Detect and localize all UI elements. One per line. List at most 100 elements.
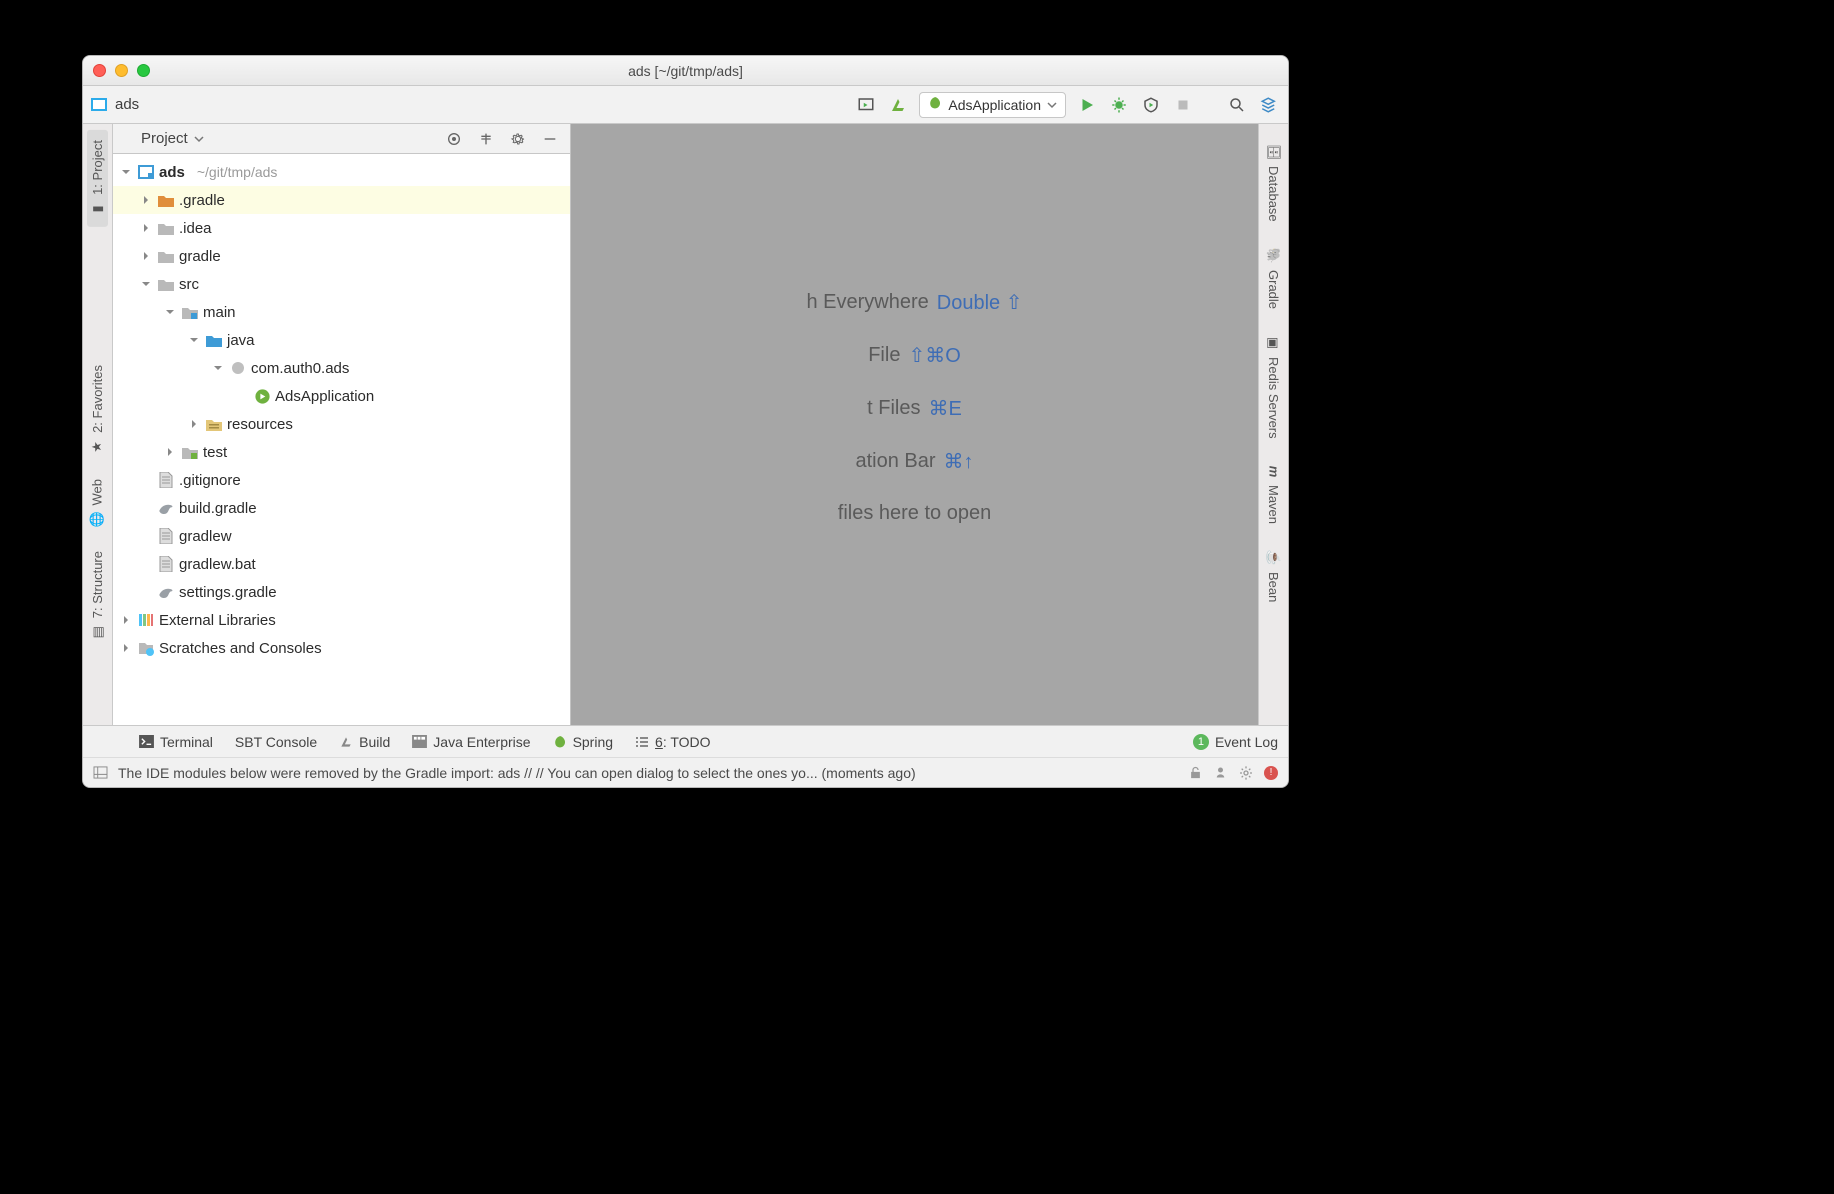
search-icon[interactable] <box>1226 94 1248 116</box>
spring-boot-app-icon <box>253 387 271 405</box>
build-icon[interactable] <box>887 94 909 116</box>
tab-todo[interactable]: 6: TODO <box>635 734 711 750</box>
run-with-coverage-button[interactable] <box>1140 94 1162 116</box>
structure-icon: ▤ <box>89 626 105 638</box>
tool-tab-maven[interactable]: m Maven <box>1266 454 1281 534</box>
project-icon <box>121 133 135 145</box>
project-tree[interactable]: ads ~/git/tmp/ads .gradle .idea <box>113 154 570 725</box>
tree-label: com.auth0.ads <box>251 360 349 377</box>
tree-root[interactable]: ads ~/git/tmp/ads <box>113 158 570 186</box>
tree-folder-java[interactable]: java <box>113 326 570 354</box>
unlock-icon[interactable] <box>1188 765 1203 780</box>
project-tool-header: Project <box>113 124 570 154</box>
tool-tab-redis[interactable]: ▣ Redis Servers <box>1266 325 1281 449</box>
tree-label: AdsApplication <box>275 388 374 405</box>
debug-button[interactable] <box>1108 94 1130 116</box>
tab-label: Terminal <box>160 734 213 750</box>
hint-recent-files: t Files⌘E <box>867 396 962 421</box>
bean-icon: ☕ <box>1266 550 1282 566</box>
tree-folder-gradle[interactable]: gradle <box>113 242 570 270</box>
tree-label: resources <box>227 416 293 433</box>
folder-excluded-icon <box>157 191 175 209</box>
error-indicator-icon[interactable]: ! <box>1264 766 1278 780</box>
tool-tab-structure[interactable]: ▤ 7: Structure <box>90 541 105 650</box>
tree-folder-test[interactable]: test <box>113 438 570 466</box>
tree-file-gradlew-bat[interactable]: gradlew.bat <box>113 550 570 578</box>
project-structure-icon[interactable] <box>1258 94 1280 116</box>
tab-label: : TODO <box>663 734 711 750</box>
left-tool-gutter: ▮ 1: Project ★ 2: Favorites 🌐 Web ▤ 7: S… <box>83 124 113 725</box>
ide-window: ads [~/git/tmp/ads] ads AdsApplication <box>82 55 1289 788</box>
tree-file-gradlew[interactable]: gradlew <box>113 522 570 550</box>
tool-tab-gradle[interactable]: 🐘 Gradle <box>1265 238 1281 319</box>
star-icon: ★ <box>90 441 106 453</box>
hide-icon[interactable] <box>538 127 562 151</box>
tool-tab-project[interactable]: ▮ 1: Project <box>87 130 108 227</box>
run-button[interactable] <box>1076 94 1098 116</box>
project-tool-title: Project <box>141 130 188 147</box>
tool-tab-label: Database <box>1266 166 1281 222</box>
tree-folder-idea[interactable]: .idea <box>113 214 570 242</box>
tab-label: Event Log <box>1215 734 1278 750</box>
tree-label: .gitignore <box>179 472 241 489</box>
libraries-icon <box>137 611 155 629</box>
run-config-selector[interactable]: AdsApplication <box>919 92 1066 118</box>
tree-scratches[interactable]: Scratches and Consoles <box>113 634 570 662</box>
hint-drop-files: files here to open <box>838 502 991 525</box>
tree-file-build-gradle[interactable]: build.gradle <box>113 494 570 522</box>
tab-terminal[interactable]: Terminal <box>139 734 213 750</box>
inspector-icon[interactable] <box>1213 765 1228 780</box>
tab-build[interactable]: Build <box>339 734 390 750</box>
tree-folder-src[interactable]: src <box>113 270 570 298</box>
tab-mnemonic: 6 <box>655 734 663 750</box>
tree-label: java <box>227 332 255 349</box>
tab-event-log[interactable]: 1 Event Log <box>1193 734 1278 750</box>
globe-icon: 🌐 <box>90 511 106 527</box>
maven-icon: m <box>1266 466 1281 478</box>
tree-class-adsapplication[interactable]: AdsApplication <box>113 382 570 410</box>
collapse-all-icon[interactable] <box>474 127 498 151</box>
status-message[interactable]: The IDE modules below were removed by th… <box>118 765 916 781</box>
tree-folder-main[interactable]: main <box>113 298 570 326</box>
tool-tab-bean[interactable]: ☕ Bean <box>1265 540 1281 612</box>
tool-tab-favorites[interactable]: ★ 2: Favorites <box>90 355 105 465</box>
project-icon <box>91 98 107 111</box>
tool-tab-database[interactable]: 🗄 Database <box>1265 134 1282 232</box>
tree-label: main <box>203 304 236 321</box>
spring-leaf-icon <box>928 96 942 113</box>
stop-button[interactable] <box>1172 94 1194 116</box>
tree-folder-gradle-dot[interactable]: .gradle <box>113 186 570 214</box>
tree-package[interactable]: com.auth0.ads <box>113 354 570 382</box>
tab-label: Java Enterprise <box>433 734 530 750</box>
tree-path: ~/git/tmp/ads <box>197 164 278 180</box>
bottom-tool-tabs: Terminal SBT Console Build Java Enterpri… <box>83 725 1288 757</box>
tool-tab-label: 2: Favorites <box>90 365 105 433</box>
tab-label: Spring <box>573 734 613 750</box>
hint-nav-bar: ation Bar⌘↑ <box>855 449 973 474</box>
window-title: ads [~/git/tmp/ads] <box>83 63 1288 79</box>
run-dashboard-icon[interactable] <box>855 94 877 116</box>
gradle-icon: 🐘 <box>1266 248 1282 264</box>
tree-label: gradlew.bat <box>179 556 256 573</box>
file-icon <box>157 555 175 573</box>
gear-icon[interactable] <box>506 127 530 151</box>
breadcrumb[interactable]: ads <box>91 96 139 113</box>
tree-file-gitignore[interactable]: .gitignore <box>113 466 570 494</box>
tool-windows-icon[interactable] <box>93 766 108 779</box>
folder-icon <box>157 247 175 265</box>
tool-tab-web[interactable]: 🌐 Web <box>89 469 105 538</box>
locate-icon[interactable] <box>442 127 466 151</box>
tree-folder-resources[interactable]: resources <box>113 410 570 438</box>
toolbar: ads AdsApplication <box>83 86 1288 124</box>
tab-sbt-console[interactable]: SBT Console <box>235 734 317 750</box>
tool-tab-label: Redis Servers <box>1266 357 1281 439</box>
tree-file-settings-gradle[interactable]: settings.gradle <box>113 578 570 606</box>
tab-spring[interactable]: Spring <box>553 734 613 750</box>
settings-sync-icon[interactable] <box>1238 765 1254 781</box>
folder-icon <box>157 275 175 293</box>
tree-external-libraries[interactable]: External Libraries <box>113 606 570 634</box>
database-icon: 🗄 <box>1265 144 1281 161</box>
chevron-down-icon[interactable] <box>194 134 204 144</box>
tab-java-enterprise[interactable]: Java Enterprise <box>412 734 530 750</box>
tab-label: Build <box>359 734 390 750</box>
